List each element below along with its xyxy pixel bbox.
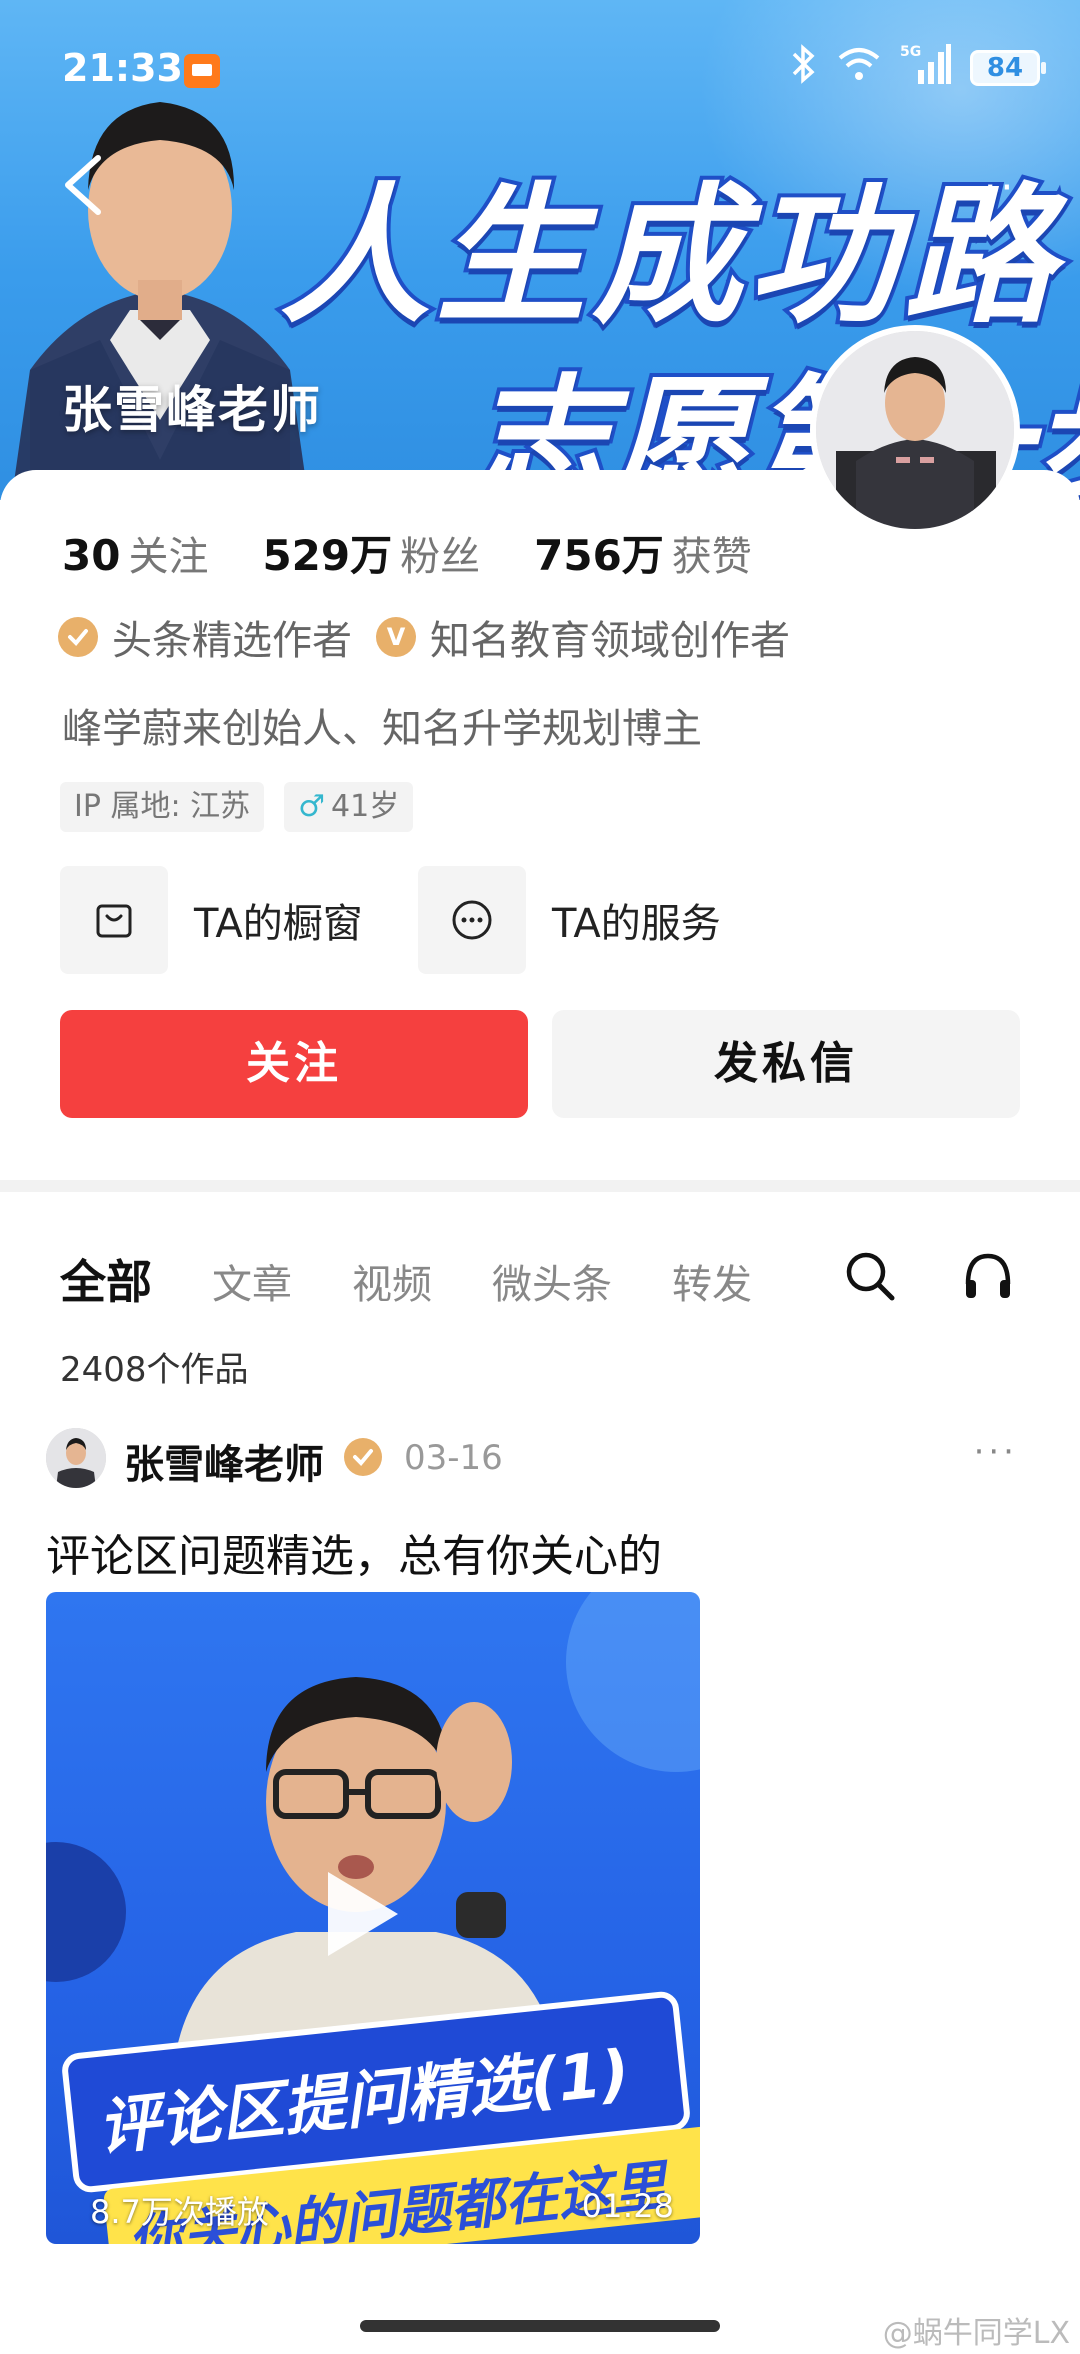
shop-window-entry[interactable]: TA的橱窗: [60, 866, 363, 974]
battery-indicator: 84: [970, 50, 1046, 86]
badge-featured-author-label: 头条精选作者: [112, 618, 352, 664]
post-author-name[interactable]: 张雪峰老师: [124, 1432, 324, 1490]
section-divider: [0, 1180, 1080, 1192]
wifi-icon: [836, 44, 882, 92]
tab-videos[interactable]: 视频: [352, 1252, 432, 1310]
verified-icon: [344, 1438, 382, 1476]
tab-reposts[interactable]: 转发: [672, 1252, 752, 1310]
watermark: @蜗牛同学LX: [882, 2316, 1070, 2351]
stat-followers-value: 529万: [262, 531, 393, 580]
more-options-button[interactable]: ···: [984, 165, 1034, 211]
profile-bio: 峰学蔚来创始人、知名升学规划博主: [62, 706, 702, 752]
shop-window-label: TA的橱窗: [194, 901, 363, 947]
badge-education-creator[interactable]: V 知名教育领域创作者: [376, 608, 790, 666]
avatar-image: [46, 1428, 106, 1488]
decor-bubble: [566, 1592, 700, 1772]
home-indicator[interactable]: [360, 2320, 720, 2332]
back-button[interactable]: [56, 150, 116, 220]
notification-app-icon: [184, 54, 220, 88]
badge-featured-author[interactable]: 头条精选作者: [58, 608, 352, 666]
creator-badges: 头条精选作者 V 知名教育领域创作者: [58, 608, 790, 666]
v-icon: V: [376, 617, 416, 657]
banner-person-label: 张雪峰老师: [62, 381, 322, 439]
more-dots-icon: ···: [973, 1432, 1018, 1472]
more-dots-icon: ···: [983, 165, 1034, 211]
content-tabs: 全部 文章 视频 微头条 转发: [60, 1246, 752, 1312]
status-time: 21:33: [62, 46, 183, 90]
tab-micro-posts[interactable]: 微头条: [492, 1252, 612, 1310]
post-more-button[interactable]: ···: [974, 1432, 1018, 1472]
stat-likes-value: 756万: [534, 531, 664, 580]
more-circle-icon: [418, 866, 526, 974]
services-label: TA的服务: [552, 901, 721, 947]
decor-planet: [46, 1842, 126, 1982]
status-icons: 5G 84: [788, 44, 1046, 92]
send-message-button[interactable]: 发私信: [552, 1010, 1020, 1118]
stat-likes-label: 获赞: [671, 534, 752, 580]
post-title[interactable]: 评论区问题精选，总有你关心的: [46, 1520, 662, 1584]
signal-icon: 5G: [900, 42, 952, 94]
chevron-left-icon: [65, 155, 101, 215]
svg-text:5G: 5G: [900, 44, 921, 60]
follow-button[interactable]: 关注: [60, 1010, 528, 1118]
stat-following[interactable]: 30 关注: [62, 524, 208, 582]
video-thumbnail[interactable]: 评论区提问精选(1) 你关心的问题都在这里 8.7万次播放 01:28: [46, 1592, 700, 2244]
headphones-icon[interactable]: [960, 1248, 1016, 1304]
male-icon: ♂: [298, 789, 326, 824]
stat-followers-label: 粉丝: [400, 534, 481, 580]
video-views: 8.7万次播放: [90, 2193, 269, 2231]
avatar-image: [816, 331, 1014, 529]
status-bar: 21:33 5G 84: [0, 0, 1080, 140]
stat-following-label: 关注: [128, 534, 209, 580]
age-tag: ♂ 41岁: [284, 782, 414, 832]
profile-tags: IP 属地: 江苏 ♂ 41岁: [60, 782, 414, 832]
works-count: 2408个作品: [60, 1350, 249, 1390]
video-duration: 01:28: [581, 2187, 674, 2225]
shop-bag-icon: [60, 866, 168, 974]
services-entry[interactable]: TA的服务: [418, 866, 721, 974]
search-icon[interactable]: [842, 1248, 898, 1304]
ip-location-tag: IP 属地: 江苏: [60, 782, 265, 832]
profile-stats: 30 关注 529万 粉丝 756万 获赞: [62, 522, 752, 583]
presenter-image: [176, 1677, 556, 2052]
tab-articles[interactable]: 文章: [212, 1252, 292, 1310]
post-date: 03-16: [404, 1438, 503, 1478]
tab-all[interactable]: 全部: [60, 1246, 152, 1312]
post-author-avatar[interactable]: [46, 1428, 106, 1488]
stat-likes[interactable]: 756万 获赞: [534, 522, 752, 583]
play-icon[interactable]: [328, 1872, 398, 1956]
stat-followers[interactable]: 529万 粉丝: [262, 522, 480, 583]
age-value: 41岁: [331, 789, 400, 824]
verified-icon: [58, 617, 98, 657]
badge-education-creator-label: 知名教育领域创作者: [430, 618, 790, 664]
banner-title-line1: 人生成功路: [276, 166, 1061, 348]
profile-avatar[interactable]: [810, 325, 1020, 535]
bluetooth-icon: [788, 44, 818, 92]
stat-following-value: 30: [62, 531, 121, 580]
